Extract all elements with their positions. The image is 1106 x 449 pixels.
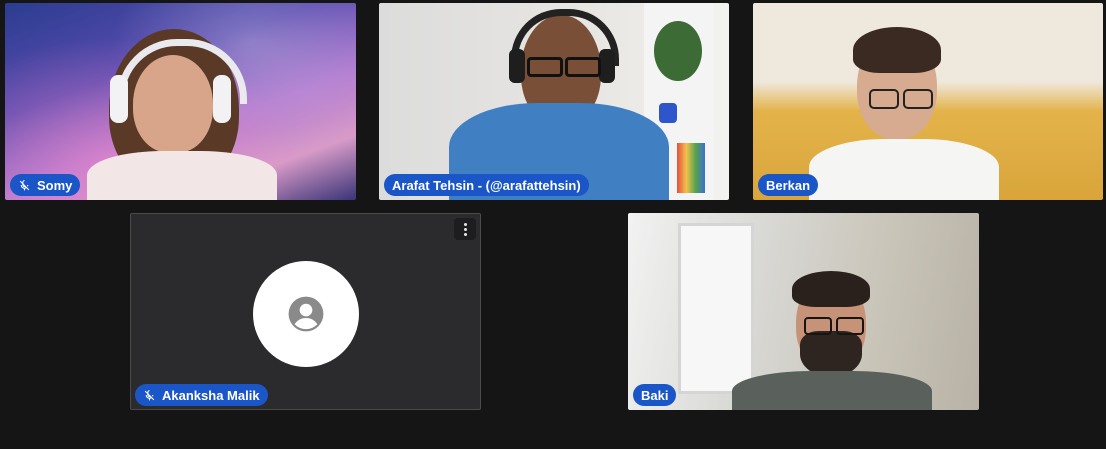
participant-name: Baki	[641, 387, 669, 403]
participant-video	[5, 3, 356, 200]
more-vertical-icon	[463, 222, 467, 226]
name-badge: Berkan	[758, 174, 819, 196]
participant-tile-baki[interactable]: Baki	[628, 213, 979, 410]
name-badge: Baki	[633, 384, 677, 406]
name-badge: Somy	[10, 174, 81, 196]
participant-name: Arafat Tehsin - (@arafattehsin)	[392, 177, 581, 193]
name-badge: Akanksha Malik	[135, 384, 268, 406]
participant-tile-arafat[interactable]: Arafat Tehsin - (@arafattehsin)	[379, 3, 729, 200]
participant-tile-somy[interactable]: Somy	[5, 3, 356, 200]
participant-name: Somy	[37, 177, 73, 193]
participant-video	[379, 3, 729, 200]
participant-tile-berkan[interactable]: Berkan	[753, 3, 1103, 200]
participant-name: Akanksha Malik	[162, 387, 260, 403]
participant-name: Berkan	[766, 177, 811, 193]
avatar	[253, 261, 359, 367]
mic-off-icon	[144, 389, 155, 400]
participant-video	[628, 213, 979, 410]
name-badge: Arafat Tehsin - (@arafattehsin)	[384, 174, 589, 196]
mic-off-icon	[19, 179, 30, 190]
meeting-stage: Somy Arafat Tehsin - (@arafattehsin) Ber…	[0, 0, 1106, 449]
participant-tile-akanksha[interactable]: Akanksha Malik	[130, 213, 481, 410]
user-circle-icon	[288, 296, 324, 332]
more-options-button[interactable]	[454, 218, 476, 240]
participant-video	[753, 3, 1103, 200]
